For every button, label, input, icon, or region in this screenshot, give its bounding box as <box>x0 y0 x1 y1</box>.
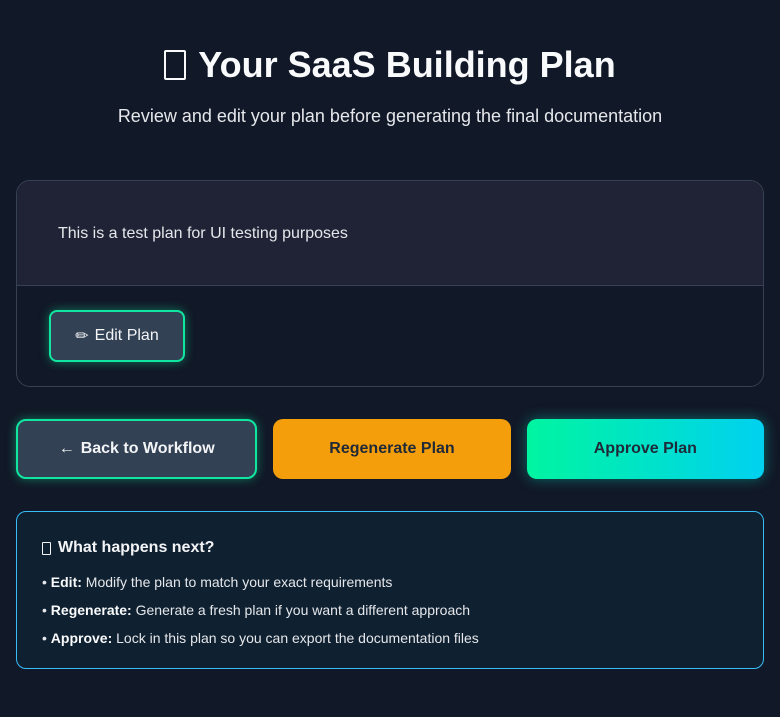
regenerate-plan-button[interactable]: Regenerate Plan <box>273 419 511 479</box>
plan-content: This is a test plan for UI testing purpo… <box>17 181 763 286</box>
info-description: Generate a fresh plan if you want a diff… <box>135 602 471 618</box>
info-item-edit: • Edit: Modify the plan to match your ex… <box>42 568 763 596</box>
action-buttons: ← Back to Workflow Regenerate Plan Appro… <box>16 419 764 479</box>
approve-plan-button[interactable]: Approve Plan <box>526 419 764 479</box>
plan-card: This is a test plan for UI testing purpo… <box>16 180 764 387</box>
pencil-icon: ✏ <box>75 328 89 345</box>
info-item-regenerate: • Regenerate: Generate a fresh plan if y… <box>42 596 763 624</box>
info-item-approve: • Approve: Lock in this plan so you can … <box>42 624 763 652</box>
plan-card-footer: ✏ Edit Plan <box>17 286 763 362</box>
info-title-text: What happens next? <box>58 539 215 556</box>
back-to-workflow-button[interactable]: ← Back to Workflow <box>16 419 258 479</box>
info-term: Regenerate: <box>50 602 132 618</box>
plan-review-page: Your SaaS Building Plan Review and edit … <box>0 0 780 717</box>
edit-plan-button[interactable]: ✏ Edit Plan <box>49 310 185 362</box>
bullet: • <box>42 602 47 618</box>
bullet: • <box>42 574 47 590</box>
page-header: Your SaaS Building Plan Review and edit … <box>0 44 780 127</box>
info-description: Lock in this plan so you can export the … <box>116 630 479 646</box>
info-term: Approve: <box>50 630 113 646</box>
missing-glyph-icon <box>42 541 51 555</box>
back-to-workflow-label: Back to Workflow <box>80 440 215 457</box>
edit-plan-label: Edit Plan <box>94 327 159 344</box>
missing-glyph-icon <box>164 50 187 80</box>
page-title-text: Your SaaS Building Plan <box>198 44 616 85</box>
bullet: • <box>42 630 47 646</box>
info-term: Edit: <box>50 574 82 590</box>
page-subtitle: Review and edit your plan before generat… <box>117 106 663 126</box>
info-description: Modify the plan to match your exact requ… <box>85 574 393 590</box>
info-title: What happens next? <box>42 539 763 557</box>
arrow-left-icon: ← <box>58 440 75 457</box>
next-steps-info: What happens next? • Edit: Modify the pl… <box>16 511 764 669</box>
page-title: Your SaaS Building Plan <box>0 44 780 86</box>
